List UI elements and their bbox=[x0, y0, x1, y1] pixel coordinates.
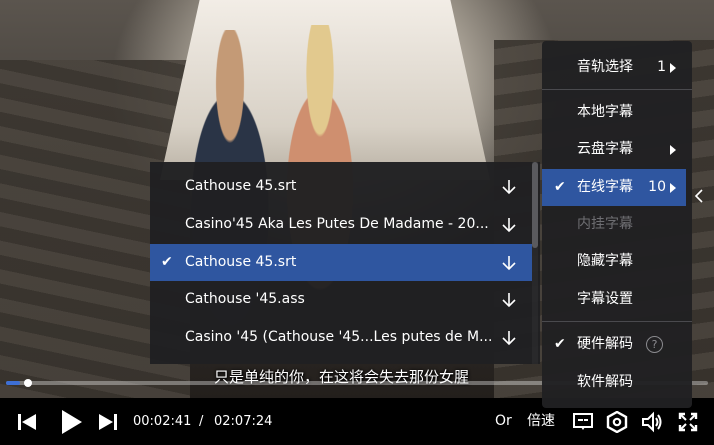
time-separator: / bbox=[199, 414, 204, 429]
subtitle-file-name: Cathouse '45.ass bbox=[185, 291, 305, 307]
fullscreen-icon bbox=[678, 412, 698, 431]
online-subtitle-list: Cathouse 45.srt Casino'45 Aka Les Putes … bbox=[150, 162, 540, 364]
check-icon: ✔ bbox=[554, 336, 566, 352]
chevron-right-icon bbox=[670, 145, 676, 155]
volume-icon bbox=[642, 411, 662, 432]
download-icon[interactable] bbox=[500, 329, 518, 347]
skip-previous-button[interactable] bbox=[14, 398, 40, 445]
chevron-right-icon bbox=[670, 63, 676, 73]
menu-item-value: 1 bbox=[657, 59, 666, 75]
subtitle-list-item-selected[interactable]: ✔ Cathouse 45.srt bbox=[150, 244, 532, 281]
menu-item-local-subtitle[interactable]: 本地字幕 bbox=[542, 94, 692, 131]
subtitle-list-item[interactable]: Casino'45 Aka Les Putes De Madame - 20..… bbox=[150, 206, 532, 243]
download-icon[interactable] bbox=[500, 254, 518, 272]
subtitle-file-name: Casino '45 (Cathouse '45...Les putes de … bbox=[185, 329, 493, 345]
download-icon[interactable] bbox=[500, 291, 518, 309]
subtitle-list-item[interactable]: Casino '45 (Cathouse '45...Les putes de … bbox=[150, 319, 532, 356]
menu-item-label: 字幕设置 bbox=[577, 291, 633, 307]
skip-previous-icon bbox=[18, 413, 36, 430]
menu-item-label: 隐藏字幕 bbox=[577, 253, 633, 269]
current-time: 00:02:41 bbox=[133, 414, 192, 429]
progress-handle[interactable] bbox=[24, 379, 32, 387]
menu-item-label: 在线字幕 bbox=[577, 179, 633, 195]
subtitle-file-name: Casino'45 Aka Les Putes De Madame - 20..… bbox=[185, 216, 489, 232]
subtitle-icon bbox=[573, 412, 593, 430]
menu-item-value: 10 bbox=[648, 179, 666, 195]
total-time: 02:07:24 bbox=[214, 414, 273, 429]
menu-item-label: 本地字幕 bbox=[577, 104, 633, 120]
check-icon: ✔ bbox=[554, 179, 566, 195]
subtitle-file-name: Cathouse 45.srt bbox=[185, 254, 297, 270]
menu-item-software-decode[interactable]: 软件解码 bbox=[542, 364, 692, 401]
subtitle-list-item[interactable]: Cathouse 45.srt bbox=[150, 168, 532, 205]
download-icon[interactable] bbox=[500, 178, 518, 196]
chevron-left-icon bbox=[694, 189, 703, 203]
menu-item-hardware-decode[interactable]: ✔ 硬件解码 ? bbox=[542, 326, 692, 363]
play-button[interactable] bbox=[56, 398, 86, 445]
menu-item-label: 软件解码 bbox=[577, 374, 633, 390]
skip-next-icon bbox=[99, 413, 117, 430]
skip-next-button[interactable] bbox=[95, 398, 121, 445]
settings-icon bbox=[606, 410, 628, 433]
menu-item-label: 云盘字幕 bbox=[577, 141, 633, 157]
play-icon bbox=[62, 409, 82, 434]
menu-item-online-subtitle[interactable]: ✔ 在线字幕 10 bbox=[542, 169, 686, 206]
progress-fill bbox=[6, 381, 20, 385]
menu-item-subtitle-settings[interactable]: 字幕设置 bbox=[542, 281, 692, 318]
menu-item-embedded-subtitle: 内挂字幕 bbox=[542, 206, 692, 243]
menu-item-hide-subtitle[interactable]: 隐藏字幕 bbox=[542, 243, 692, 280]
or-button[interactable]: Or bbox=[495, 398, 512, 445]
menu-item-label: 音轨选择 bbox=[577, 59, 633, 75]
menu-item-audio-track[interactable]: 音轨选择 1 bbox=[542, 49, 692, 86]
menu-divider bbox=[542, 321, 692, 322]
help-icon[interactable]: ? bbox=[646, 336, 663, 353]
subtitle-list-scroll-thumb[interactable] bbox=[532, 162, 538, 248]
subtitle-settings-menu: 音轨选择 1 本地字幕 云盘字幕 ✔ 在线字幕 10 内挂字幕 隐藏字幕 字幕设… bbox=[542, 41, 692, 408]
subtitle-list-item[interactable]: Cathouse '45.ass bbox=[150, 281, 532, 318]
collapse-menu-button[interactable] bbox=[692, 178, 706, 214]
menu-divider bbox=[542, 89, 692, 90]
menu-item-label: 内挂字幕 bbox=[577, 216, 633, 232]
download-icon[interactable] bbox=[500, 216, 518, 234]
menu-item-cloud-subtitle[interactable]: 云盘字幕 bbox=[542, 131, 692, 168]
chevron-right-icon bbox=[670, 183, 676, 193]
subtitle-file-name: Cathouse 45.srt bbox=[185, 178, 297, 194]
menu-item-label: 硬件解码 bbox=[577, 336, 633, 352]
check-icon: ✔ bbox=[161, 254, 173, 270]
